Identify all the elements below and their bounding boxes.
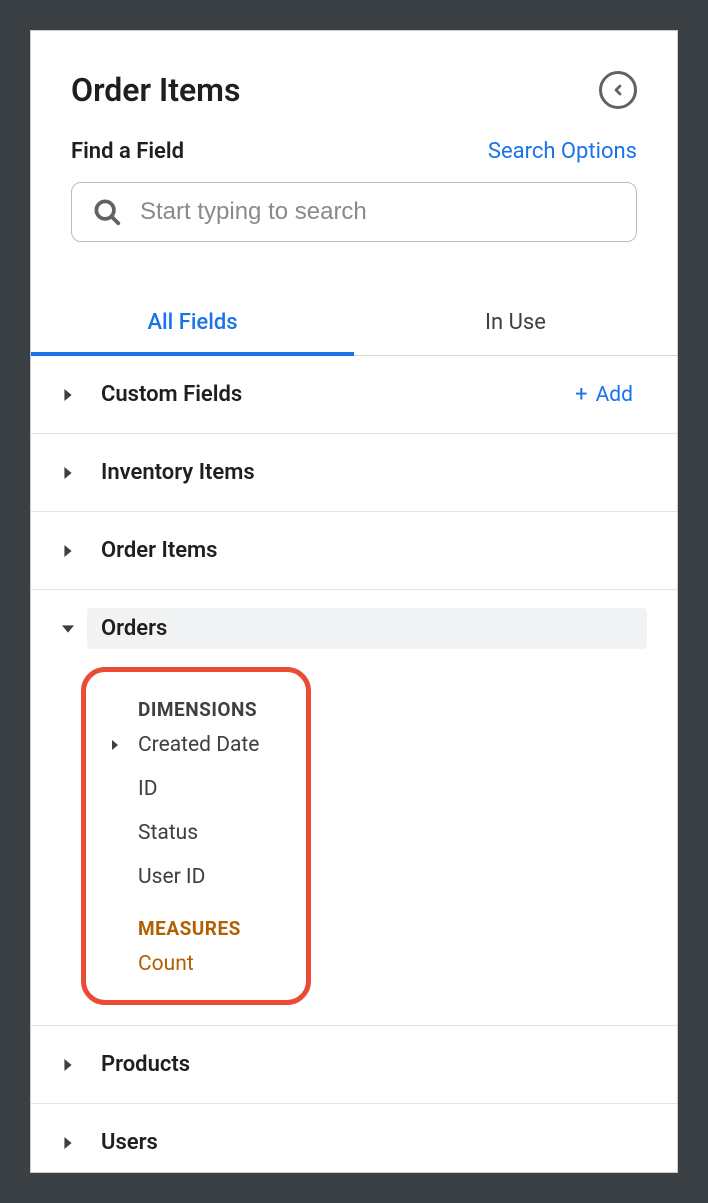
tab-in-use[interactable]: In Use <box>354 292 677 355</box>
collapse-button[interactable] <box>599 71 637 109</box>
orders-content: DIMENSIONS Created Date ID Status <box>31 667 677 1025</box>
search-icon <box>92 197 122 227</box>
field-label: Count <box>138 952 194 976</box>
section-orders[interactable]: Orders <box>31 590 677 667</box>
plus-icon: + <box>575 384 587 406</box>
caret-down-icon <box>55 623 81 635</box>
section-products[interactable]: Products <box>31 1025 677 1104</box>
search-options-link[interactable]: Search Options <box>488 139 637 164</box>
section-order-items[interactable]: Order Items <box>31 512 677 590</box>
caret-right-icon <box>55 389 81 401</box>
dimensions-heading: DIMENSIONS <box>138 698 272 721</box>
caret-right-icon <box>55 545 81 557</box>
field-created-date[interactable]: Created Date <box>104 733 272 757</box>
caret-right-icon <box>104 740 126 750</box>
add-custom-field-link[interactable]: + Add <box>575 383 633 407</box>
search-box[interactable] <box>71 182 637 242</box>
measures-heading: MEASURES <box>138 917 272 940</box>
tab-all-fields[interactable]: All Fields <box>31 292 354 355</box>
section-label: Users <box>101 1130 158 1155</box>
section-custom-fields[interactable]: Custom Fields + Add <box>31 356 677 434</box>
sections-list: Custom Fields + Add Inventory Items Orde… <box>31 356 677 1172</box>
search-section: Find a Field Search Options <box>31 109 677 242</box>
find-field-label: Find a Field <box>71 139 184 164</box>
field-picker-panel: Order Items Find a Field Search Options … <box>30 30 678 1173</box>
field-status[interactable]: Status <box>104 821 272 845</box>
section-label: Custom Fields <box>101 382 242 407</box>
section-label: Inventory Items <box>101 460 255 485</box>
caret-right-icon <box>55 1137 81 1149</box>
panel-header: Order Items <box>31 31 677 109</box>
field-user-id[interactable]: User ID <box>104 865 272 889</box>
caret-right-icon <box>55 1059 81 1071</box>
chevron-left-icon <box>610 82 626 98</box>
highlight-box: DIMENSIONS Created Date ID Status <box>81 667 311 1005</box>
section-label: Orders <box>101 616 167 641</box>
tabs: All Fields In Use <box>31 292 677 356</box>
field-label: User ID <box>138 865 205 889</box>
section-users[interactable]: Users <box>31 1104 677 1172</box>
panel-title: Order Items <box>71 71 240 109</box>
field-label: ID <box>138 777 158 801</box>
field-label: Created Date <box>138 733 259 757</box>
field-label: Status <box>138 821 198 845</box>
field-count[interactable]: Count <box>104 952 272 976</box>
caret-right-icon <box>55 467 81 479</box>
section-label: Order Items <box>101 538 217 563</box>
section-inventory-items[interactable]: Inventory Items <box>31 434 677 512</box>
field-id[interactable]: ID <box>104 777 272 801</box>
search-input[interactable] <box>140 198 616 226</box>
section-label: Products <box>101 1052 190 1077</box>
